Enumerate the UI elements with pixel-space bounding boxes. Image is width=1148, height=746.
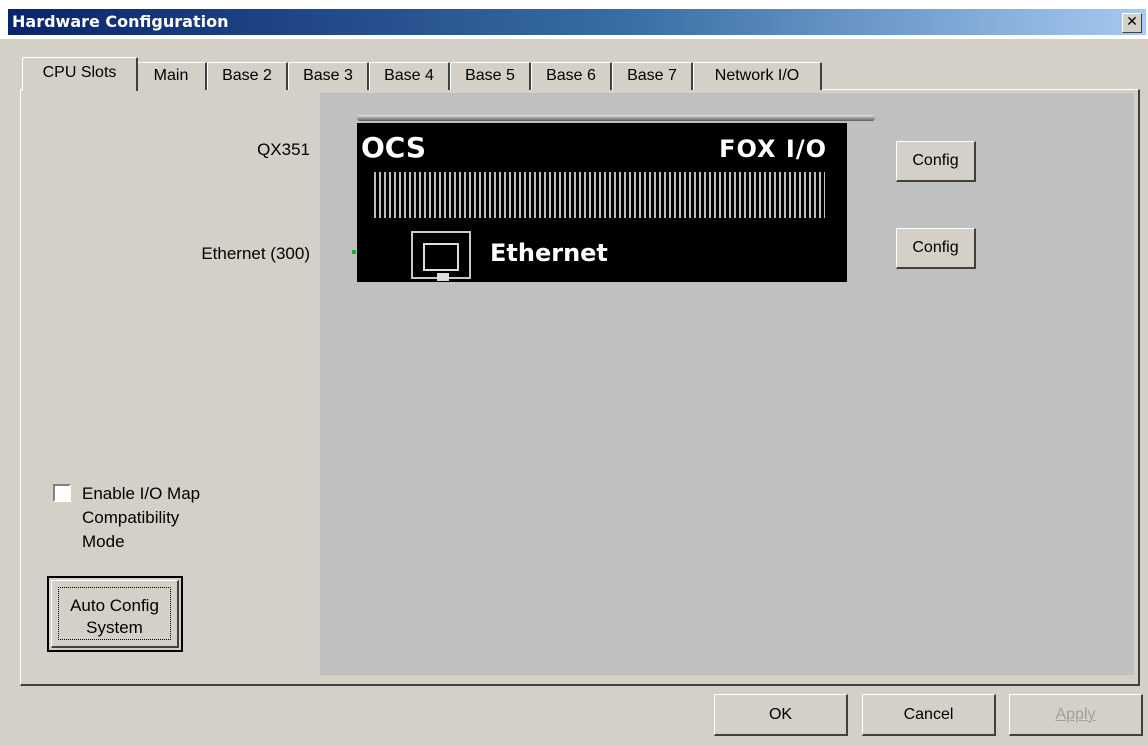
auto-config-focus: Auto Config System bbox=[58, 587, 171, 640]
tab-main[interactable]: Main bbox=[136, 62, 207, 90]
module-product: FOX I/O bbox=[719, 135, 827, 163]
slot-label-qx351: QX351 bbox=[257, 140, 310, 159]
ethernet-config-button[interactable]: Config bbox=[896, 228, 976, 269]
cpu-module[interactable]: OCS FOX I/O Ethernet bbox=[357, 123, 847, 282]
auto-config-bevel: Auto Config System bbox=[51, 580, 179, 648]
close-icon[interactable]: ✕ bbox=[1122, 13, 1142, 33]
qx351-config-button[interactable]: Config bbox=[896, 141, 976, 182]
auto-config-line1: Auto Config bbox=[70, 596, 159, 615]
rj45-socket bbox=[423, 243, 459, 281]
module-port-label: Ethernet bbox=[490, 239, 608, 267]
apply-button[interactable]: Apply bbox=[1009, 694, 1143, 736]
title-bar: Hardware Configuration ✕ bbox=[0, 0, 1148, 39]
vent-grille bbox=[374, 172, 825, 218]
ok-button[interactable]: OK bbox=[714, 694, 848, 736]
tab-base-3[interactable]: Base 3 bbox=[288, 62, 369, 90]
compat-label-line3: Mode bbox=[82, 532, 125, 551]
tab-base-5[interactable]: Base 5 bbox=[450, 62, 531, 90]
compat-label-line1: Enable I/O Map bbox=[82, 484, 201, 503]
compat-mode-label[interactable]: Enable I/O Map Compatibility Mode bbox=[82, 482, 200, 554]
tab-cpu-slots[interactable]: CPU Slots bbox=[22, 57, 138, 91]
mounting-rail bbox=[357, 115, 875, 121]
tab-base-7[interactable]: Base 7 bbox=[612, 62, 693, 90]
tab-base-2[interactable]: Base 2 bbox=[207, 62, 288, 90]
tab-network-io[interactable]: Network I/O bbox=[693, 62, 822, 90]
auto-config-button[interactable]: Auto Config System bbox=[47, 576, 183, 652]
rj45-notch bbox=[437, 273, 449, 281]
compat-mode-checkbox[interactable] bbox=[53, 484, 71, 502]
compat-label-line2: Compatibility bbox=[82, 508, 180, 527]
cancel-button[interactable]: Cancel bbox=[862, 694, 996, 736]
auto-config-line2: System bbox=[86, 618, 143, 637]
title-bar-gradient[interactable]: Hardware Configuration ✕ bbox=[8, 9, 1146, 35]
window-title: Hardware Configuration bbox=[12, 12, 229, 31]
ethernet-port-icon bbox=[411, 231, 471, 281]
module-brand: OCS bbox=[361, 131, 427, 164]
status-led bbox=[352, 250, 356, 254]
slot-label-ethernet: Ethernet (300) bbox=[201, 244, 310, 263]
tab-base-6[interactable]: Base 6 bbox=[531, 62, 612, 90]
tab-base-4[interactable]: Base 4 bbox=[369, 62, 450, 90]
